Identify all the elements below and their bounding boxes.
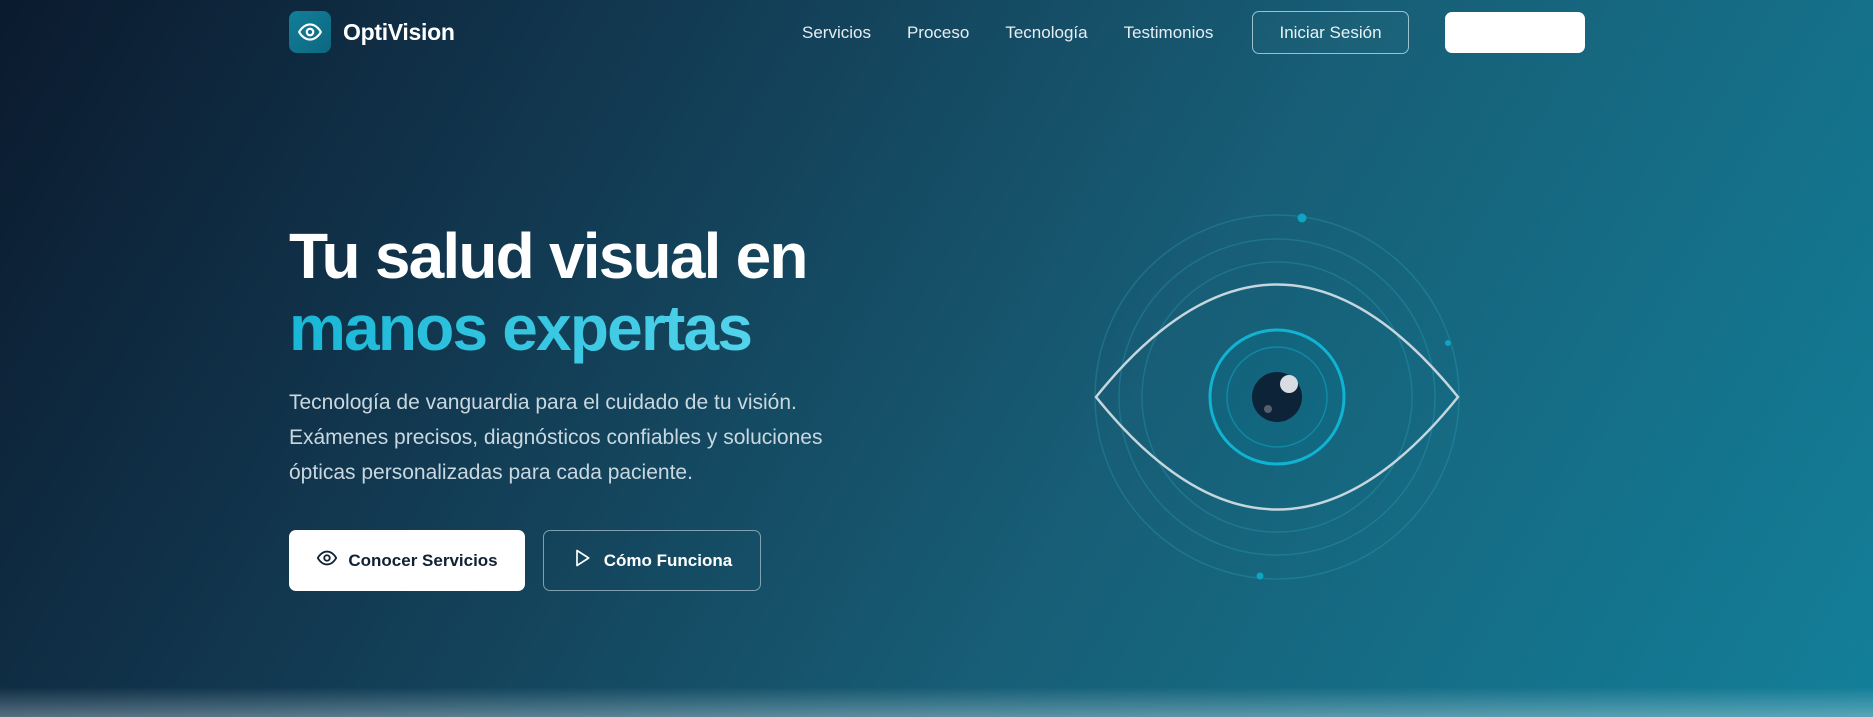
nav-link-proceso[interactable]: Proceso [907,23,969,43]
nav-link-tecnologia[interactable]: Tecnología [1005,23,1087,43]
orbit-dot-bottom [1256,572,1264,580]
main-nav: Servicios Proceso Tecnología Testimonios [802,0,1213,65]
nav-link-servicios[interactable]: Servicios [802,23,871,43]
conocer-servicios-button[interactable]: Conocer Servicios [289,530,525,591]
eye-icon [289,11,331,53]
conocer-servicios-label: Conocer Servicios [348,550,498,570]
eye-icon [316,547,338,574]
pupil-highlight [1280,375,1298,393]
brand-logo[interactable]: OptiVision [289,11,455,53]
como-funciona-button[interactable]: Cómo Funciona [543,530,761,591]
pupil-highlight-small [1264,405,1272,413]
site-header: OptiVision Servicios Proceso Tecnología … [0,0,1873,65]
section-transition [0,687,1873,717]
login-button[interactable]: Iniciar Sesión [1252,11,1409,54]
hero-title: Tu salud visual en manos expertas [289,220,808,364]
hero-title-line2: manos expertas [289,292,807,364]
hero-title-line1: Tu salud visual en [289,220,808,292]
como-funciona-label: Cómo Funciona [603,550,733,570]
nav-link-testimonios[interactable]: Testimonios [1124,23,1214,43]
cta-button[interactable] [1445,12,1585,53]
hero-description: Tecnología de vanguardia para el cuidado… [289,391,823,484]
orbit-dot-top [1297,213,1307,223]
landing-page: OptiVision Servicios Proceso Tecnología … [0,0,1873,717]
play-icon [572,548,592,573]
eye-illustration [1094,213,1460,580]
orbit-dot-right [1445,340,1451,346]
brand-name: OptiVision [343,18,455,45]
